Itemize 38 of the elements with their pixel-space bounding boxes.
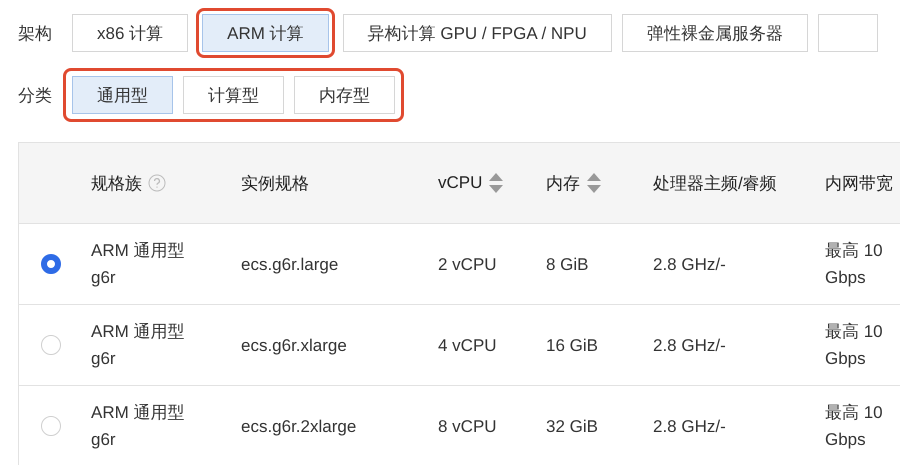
- table-cell-text: ecs.g6r.xlarge: [241, 334, 348, 356]
- table-cell-text: 8 GiB: [546, 254, 590, 276]
- filter-option[interactable]: ARM 计算: [202, 14, 329, 52]
- filter-label: 架构: [18, 22, 53, 44]
- filter-option[interactable]: 弹性裸金属服务器: [622, 14, 808, 52]
- table-cell-text: 32 GiB: [546, 416, 599, 438]
- table-cell-text: 8 vCPU: [438, 416, 498, 438]
- column-header: 处理器主频/睿频: [653, 172, 777, 194]
- table-cell-text: 2 vCPU: [438, 254, 498, 276]
- table-cell-text: 2.8 GHz/-: [653, 254, 727, 276]
- table-cell-text: 4 vCPU: [438, 334, 498, 356]
- table-cell-text: ecs.g6r.large: [241, 254, 340, 276]
- column-header: 内存: [546, 172, 580, 194]
- table-cell-text: 2.8 GHz/-: [653, 334, 727, 356]
- sort-icon[interactable]: [488, 172, 504, 194]
- filter-option[interactable]: 内存型: [294, 76, 395, 114]
- table-cell-text: 2.8 GHz/-: [653, 416, 727, 438]
- filter-option[interactable]: 通用型: [72, 76, 173, 114]
- column-header: vCPU: [438, 173, 482, 193]
- table-cell-text: 16 GiB: [546, 334, 599, 356]
- column-header: 规格族: [91, 172, 142, 194]
- filter-option[interactable]: 异构计算 GPU / FPGA / NPU: [342, 14, 612, 52]
- filter-option[interactable]: x86 计算: [72, 14, 188, 52]
- filter-label: 分类: [18, 84, 53, 106]
- table-cell-text: ARM 通用型 g6r: [91, 402, 186, 451]
- sort-icon[interactable]: [586, 172, 602, 194]
- column-header: 实例规格: [241, 172, 309, 194]
- table-cell-text: 最高 10 Gbps: [825, 402, 884, 451]
- filter-option[interactable]: 计算型: [183, 76, 284, 114]
- column-header: 内网带宽: [825, 172, 893, 194]
- table-cell-text: ARM 通用型 g6r: [91, 240, 186, 289]
- help-icon[interactable]: [148, 174, 166, 192]
- filter-option[interactable]: [818, 14, 878, 52]
- table-cell-text: 最高 10 Gbps: [825, 240, 884, 289]
- table-cell-text: ARM 通用型 g6r: [91, 321, 186, 370]
- radio-button[interactable]: [41, 254, 61, 274]
- table-cell-text: ecs.g6r.2xlarge: [241, 416, 358, 438]
- table-cell-text: 最高 10 Gbps: [825, 321, 884, 370]
